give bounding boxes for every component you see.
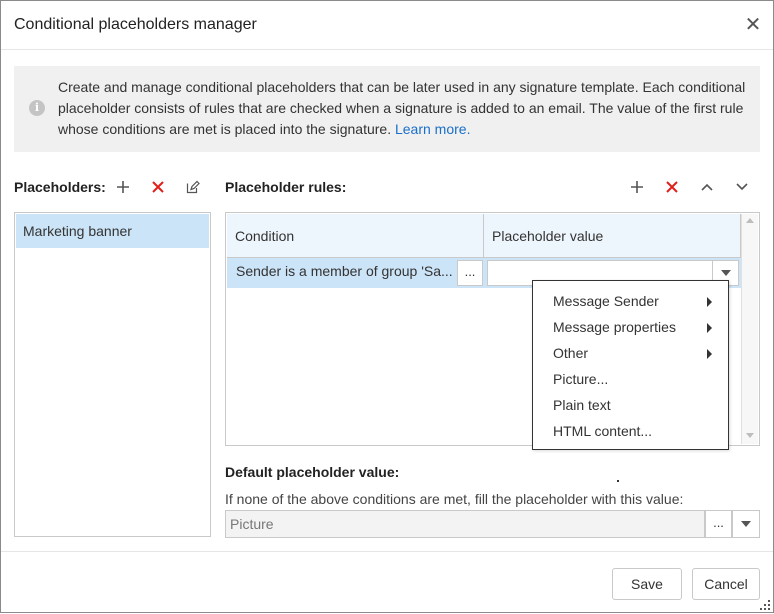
default-value-field[interactable]: Picture <box>225 510 705 538</box>
submenu-arrow-icon <box>707 297 712 307</box>
move-rule-down-button[interactable] <box>733 178 751 196</box>
menu-item-html-content[interactable]: HTML content... <box>533 418 728 444</box>
delete-icon <box>152 181 164 193</box>
resize-grip-icon[interactable] <box>759 598 771 610</box>
column-header-condition[interactable]: Condition <box>227 214 484 257</box>
info-panel: i Create and manage conditional placehol… <box>14 66 760 152</box>
menu-item-label: Message properties <box>553 319 676 335</box>
move-down-icon <box>736 183 748 191</box>
chevron-down-icon <box>721 270 731 276</box>
move-up-icon <box>701 183 713 191</box>
menu-item-plain-text[interactable]: Plain text <box>533 392 728 418</box>
add-placeholder-button[interactable] <box>114 178 132 196</box>
cancel-button[interactable]: Cancel <box>692 568 760 600</box>
add-icon <box>117 181 129 193</box>
delete-placeholder-button[interactable] <box>149 178 167 196</box>
placeholders-label: Placeholders: <box>14 179 106 195</box>
menu-item-label: Message Sender <box>553 293 659 309</box>
add-rule-button[interactable] <box>628 178 646 196</box>
menu-item-label: HTML content... <box>553 423 653 439</box>
title-bar: Conditional placeholders manager ✕ <box>1 1 773 50</box>
info-text: Create and manage conditional placeholde… <box>58 77 748 140</box>
vertical-scrollbar[interactable] <box>741 214 758 444</box>
learn-more-link[interactable]: Learn more. <box>395 121 470 137</box>
edit-placeholder-button[interactable] <box>184 178 202 196</box>
default-value-edit-button[interactable]: ... <box>705 510 732 538</box>
edit-icon <box>186 180 200 194</box>
placeholder-rules-label: Placeholder rules: <box>225 179 347 195</box>
move-rule-up-button[interactable] <box>698 178 716 196</box>
menu-item-label: Picture... <box>553 371 609 387</box>
column-header-placeholder-value[interactable]: Placeholder value <box>484 214 741 257</box>
menu-item-label: Other <box>553 345 589 361</box>
default-value-label: Default placeholder value: <box>225 464 400 480</box>
dialog-title: Conditional placeholders manager <box>14 16 257 33</box>
placeholders-list: Marketing banner <box>14 212 211 537</box>
dialog: Conditional placeholders manager ✕ i Cre… <box>0 0 774 613</box>
grid-header: Condition Placeholder value <box>227 214 741 258</box>
default-value-dropdown-button[interactable] <box>732 510 760 538</box>
stray-dot <box>617 480 619 482</box>
menu-item-message-properties[interactable]: Message properties <box>533 314 728 340</box>
value-dropdown-menu: Message Sender Message properties Other … <box>532 280 729 450</box>
save-button[interactable]: Save <box>612 568 682 600</box>
submenu-arrow-icon <box>707 323 712 333</box>
scroll-up-icon[interactable] <box>746 218 754 223</box>
scroll-down-icon[interactable] <box>746 433 754 438</box>
placeholder-item-marketing-banner[interactable]: Marketing banner <box>16 214 209 248</box>
chevron-down-icon <box>741 521 751 527</box>
menu-item-message-sender[interactable]: Message Sender <box>533 288 728 314</box>
menu-item-picture[interactable]: Picture... <box>533 366 728 392</box>
info-icon: i <box>29 100 45 116</box>
delete-icon <box>666 181 678 193</box>
edit-condition-button[interactable]: ... <box>457 260 483 286</box>
add-icon <box>631 181 643 193</box>
condition-cell[interactable]: Sender is a member of group 'Sa... <box>236 263 453 279</box>
menu-item-label: Plain text <box>553 397 611 413</box>
dialog-footer: Save Cancel <box>1 551 773 612</box>
submenu-arrow-icon <box>707 349 712 359</box>
close-icon[interactable]: ✕ <box>743 15 763 35</box>
default-value-hint: If none of the above conditions are met,… <box>225 491 684 507</box>
menu-item-other[interactable]: Other <box>533 340 728 366</box>
delete-rule-button[interactable] <box>663 178 681 196</box>
